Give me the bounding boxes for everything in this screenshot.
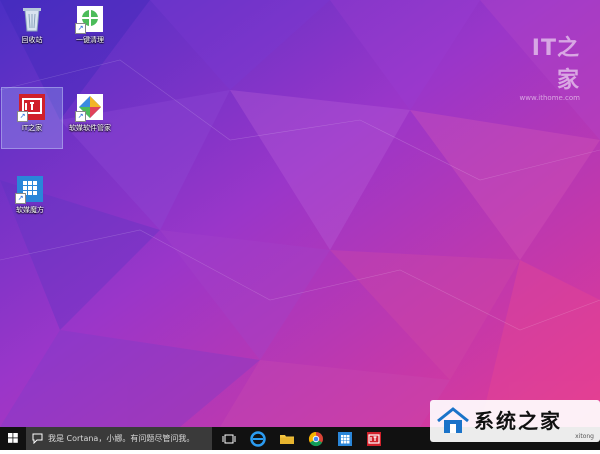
desktop-icon-recycle-bin[interactable]: 回收站 bbox=[2, 0, 62, 60]
xitong-corner-text: xitong bbox=[575, 433, 594, 440]
taskbar-app-chrome[interactable] bbox=[307, 430, 325, 448]
ithome-watermark: IT之家 www.ithome.com bbox=[510, 30, 580, 102]
file-explorer-icon bbox=[280, 435, 294, 444]
rubik-cube-icon: ↗ bbox=[15, 174, 45, 204]
task-view-button[interactable] bbox=[220, 430, 238, 448]
software-manager-icon: ↗ bbox=[75, 92, 105, 122]
desktop-icon-label: 回收站 bbox=[21, 36, 43, 44]
xitong-site-logo: 系统之家 xitong bbox=[430, 400, 600, 442]
cortana-icon bbox=[32, 433, 43, 444]
desktop-icon-software-manager[interactable]: ↗ 软媒软件管家 bbox=[60, 88, 120, 148]
house-logo-icon bbox=[437, 407, 469, 433]
taskbar-app-rubik-cube[interactable] bbox=[336, 430, 354, 448]
desktop: 回收站 ↗ 一键清理 ↗ IT之家 ↗ 软媒软件管家 ↗ 软媒魔方 IT之家 w… bbox=[0, 0, 600, 427]
desktop-icon-label: 一键清理 bbox=[76, 36, 104, 44]
shortcut-arrow-icon: ↗ bbox=[17, 111, 28, 122]
ithome-icon bbox=[367, 432, 381, 446]
shortcut-arrow-icon: ↗ bbox=[15, 193, 26, 204]
search-placeholder: 我是 Cortana，小娜。有问题尽管问我。 bbox=[48, 434, 195, 443]
rubik-cube-icon bbox=[338, 432, 352, 446]
taskbar-app-ithome[interactable] bbox=[365, 430, 383, 448]
start-button[interactable] bbox=[0, 427, 26, 450]
watermark-logo: IT之家 bbox=[531, 36, 580, 93]
windows-logo-icon bbox=[8, 433, 18, 443]
watermark-url: www.ithome.com bbox=[519, 94, 580, 102]
ithome-icon: ↗ bbox=[17, 92, 47, 122]
recycle-bin-icon bbox=[17, 4, 47, 34]
shortcut-arrow-icon: ↗ bbox=[75, 111, 86, 122]
xitong-logo-text: 系统之家 bbox=[474, 409, 562, 433]
taskbar-app-explorer[interactable] bbox=[278, 430, 296, 448]
taskbar-app-edge[interactable] bbox=[249, 430, 267, 448]
edge-browser-icon bbox=[250, 431, 266, 447]
chrome-icon bbox=[308, 431, 323, 447]
desktop-icon-label: IT之家 bbox=[21, 124, 43, 132]
desktop-icon-label: 软媒软件管家 bbox=[69, 124, 111, 132]
task-view-icon bbox=[222, 434, 236, 444]
desktop-icon-cleanup[interactable]: ↗ 一键清理 bbox=[60, 0, 120, 60]
desktop-icon-label: 软媒魔方 bbox=[16, 206, 44, 214]
desktop-icon-ithome[interactable]: ↗ IT之家 bbox=[1, 87, 63, 149]
cleanup-icon: ↗ bbox=[75, 4, 105, 34]
cortana-search-box[interactable]: 我是 Cortana，小娜。有问题尽管问我。 bbox=[26, 427, 212, 450]
desktop-icon-rubik-cube[interactable]: ↗ 软媒魔方 bbox=[0, 170, 60, 230]
shortcut-arrow-icon: ↗ bbox=[75, 23, 86, 34]
